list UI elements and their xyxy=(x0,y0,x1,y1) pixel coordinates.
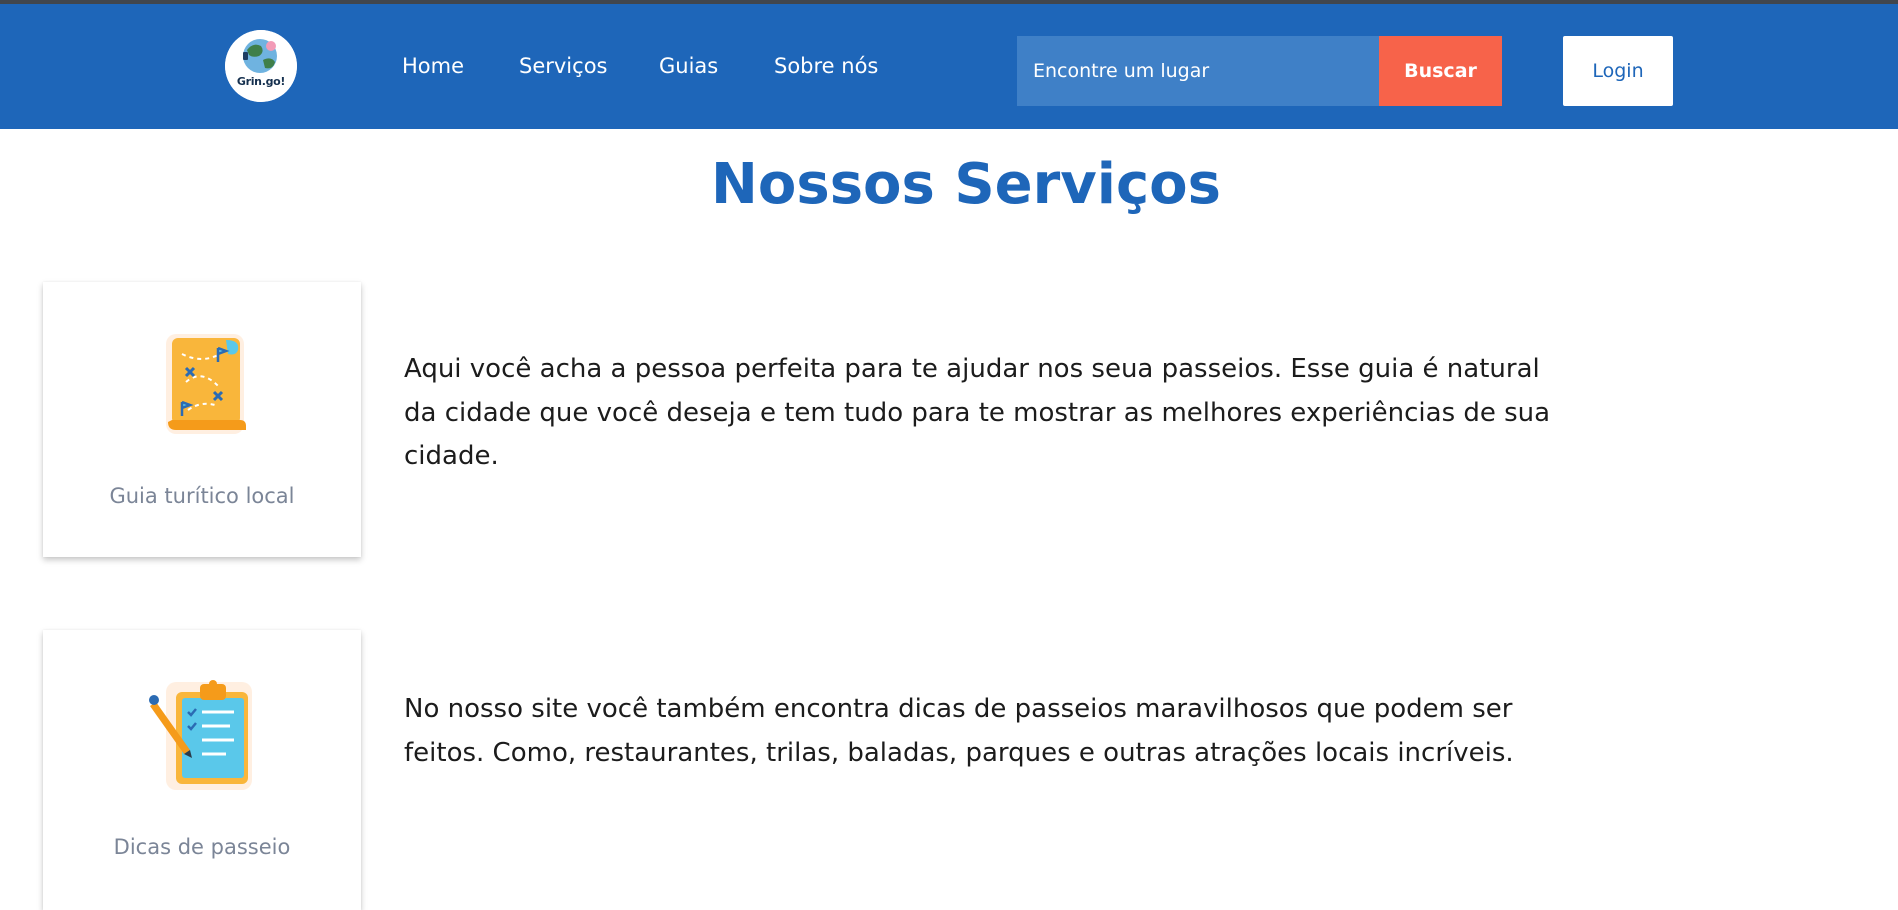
nav-sobre-nos[interactable]: Sobre nós xyxy=(774,54,878,78)
nav-home[interactable]: Home xyxy=(402,54,464,78)
login-button[interactable]: Login xyxy=(1563,36,1673,106)
treasure-map-icon xyxy=(166,334,246,434)
service-label: Dicas de passeio xyxy=(113,835,291,859)
service-description: Aqui você acha a pessoa perfeita para te… xyxy=(404,354,1551,471)
navbar: Grin.go! Home Serviços Guias Sobre nós B… xyxy=(0,4,1898,129)
service-card-tips[interactable]: Dicas de passeio xyxy=(43,630,361,910)
search-button[interactable]: Buscar xyxy=(1379,36,1502,106)
nav-guias[interactable]: Guias xyxy=(659,54,718,78)
nav-servicos[interactable]: Serviços xyxy=(519,54,607,78)
service-card-guide[interactable]: Guia turítico local xyxy=(43,282,361,557)
logo-text: Grin.go! xyxy=(236,75,286,88)
service-description: No nosso site você também encontra dicas… xyxy=(404,694,1514,768)
globe-logo-icon xyxy=(225,30,297,102)
page-title: Nossos Serviços xyxy=(711,152,1221,217)
clipboard-checklist-icon xyxy=(149,680,252,790)
search-input[interactable] xyxy=(1017,36,1379,106)
logo[interactable]: Grin.go! xyxy=(225,30,297,102)
service-label: Guia turítico local xyxy=(109,484,295,508)
